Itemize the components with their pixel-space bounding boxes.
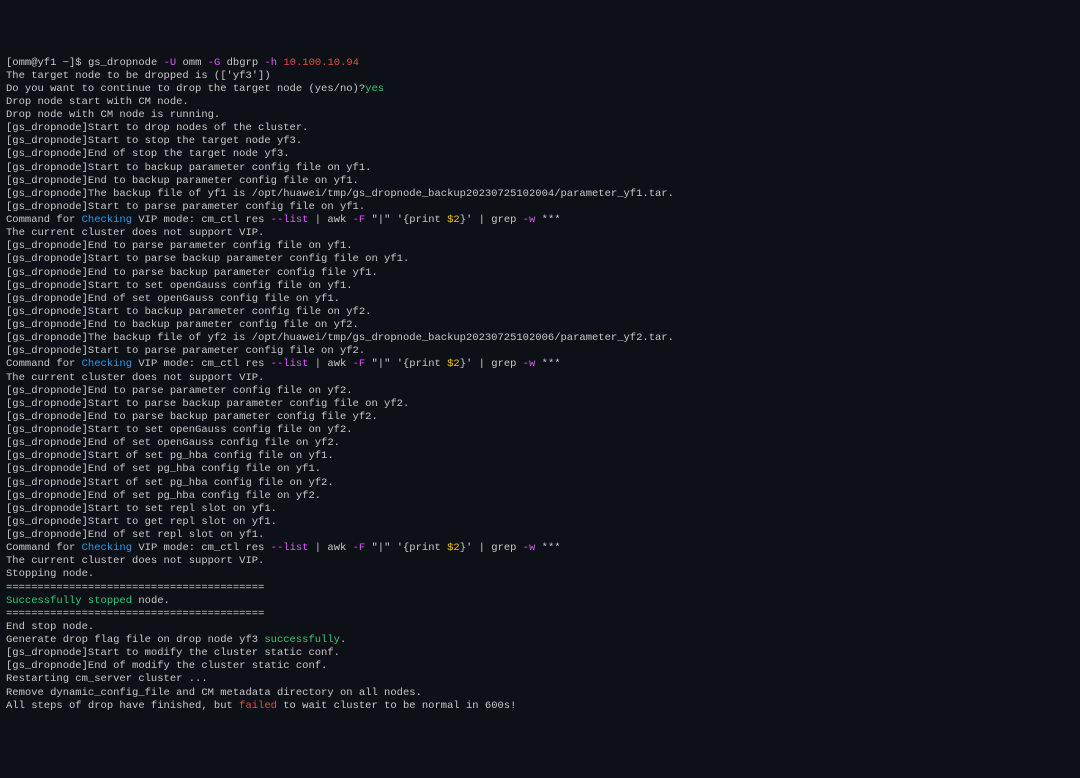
prompt-line: [omm@yf1 ~]$ gs_dropnode -U omm -G dbgrp… bbox=[6, 57, 1074, 70]
out-line: The current cluster does not support VIP… bbox=[6, 555, 1074, 568]
out-line: [gs_dropnode]Start to set repl slot on y… bbox=[6, 503, 1074, 516]
out-line: [gs_dropnode]End to backup parameter con… bbox=[6, 319, 1074, 332]
out-line: [gs_dropnode]End of set openGauss config… bbox=[6, 437, 1074, 450]
out-line: [gs_dropnode]Start to backup parameter c… bbox=[6, 306, 1074, 319]
cmd: gs_dropnode bbox=[88, 57, 157, 69]
out-line: [gs_dropnode]Start of set pg_hba config … bbox=[6, 477, 1074, 490]
out-line: [gs_dropnode]The backup file of yf2 is /… bbox=[6, 332, 1074, 345]
out-line: [gs_dropnode]Start to get repl slot on y… bbox=[6, 516, 1074, 529]
out-line: The current cluster does not support VIP… bbox=[6, 372, 1074, 385]
out-line: [gs_dropnode]End to parse parameter conf… bbox=[6, 385, 1074, 398]
vip-cmd-line: Command for Checking VIP mode: cm_ctl re… bbox=[6, 358, 1074, 371]
out-line: [gs_dropnode]End to parse backup paramet… bbox=[6, 411, 1074, 424]
prompt: [omm@yf1 ~]$ bbox=[6, 57, 82, 69]
flag-U: -U bbox=[164, 57, 177, 69]
fail-line: All steps of drop have finished, but fai… bbox=[6, 700, 1074, 713]
out-line: [gs_dropnode]Start to set openGauss conf… bbox=[6, 424, 1074, 437]
out-line: [gs_dropnode]Start to parse parameter co… bbox=[6, 345, 1074, 358]
confirm-answer: yes bbox=[365, 83, 384, 95]
out-line: Restarting cm_server cluster ... bbox=[6, 673, 1074, 686]
out-line: [gs_dropnode]The backup file of yf1 is /… bbox=[6, 188, 1074, 201]
out-line: [gs_dropnode]End to parse parameter conf… bbox=[6, 240, 1074, 253]
out-line: [gs_dropnode]Start of set pg_hba config … bbox=[6, 450, 1074, 463]
flag-h: -h bbox=[264, 57, 277, 69]
out-line: [gs_dropnode]End of set pg_hba config fi… bbox=[6, 463, 1074, 476]
out-line: [gs_dropnode]End of set repl slot on yf1… bbox=[6, 529, 1074, 542]
vip-cmd-line: Command for Checking VIP mode: cm_ctl re… bbox=[6, 214, 1074, 227]
out-line: [gs_dropnode]Start to parse parameter co… bbox=[6, 201, 1074, 214]
out-line: Generate drop flag file on drop node yf3… bbox=[6, 634, 1074, 647]
success-line: Successfully stopped node. bbox=[6, 595, 1074, 608]
out-line: [gs_dropnode]Start to set openGauss conf… bbox=[6, 280, 1074, 293]
out-line: [gs_dropnode]End of modify the cluster s… bbox=[6, 660, 1074, 673]
flag-G: -G bbox=[208, 57, 221, 69]
separator: ========================================… bbox=[6, 582, 1074, 595]
val-h: 10.100.10.94 bbox=[283, 57, 359, 69]
out-line: [gs_dropnode]End of set pg_hba config fi… bbox=[6, 490, 1074, 503]
val-U: omm bbox=[182, 57, 201, 69]
out-line: Do you want to continue to drop the targ… bbox=[6, 83, 1074, 96]
out-line: Drop node with CM node is running. bbox=[6, 109, 1074, 122]
out-line: [gs_dropnode]Start to backup parameter c… bbox=[6, 162, 1074, 175]
out-line: [gs_dropnode]Start to drop nodes of the … bbox=[6, 122, 1074, 135]
out-line: Stopping node. bbox=[6, 568, 1074, 581]
out-line: [gs_dropnode]Start to stop the target no… bbox=[6, 135, 1074, 148]
confirm-prompt: Do you want to continue to drop the targ… bbox=[6, 83, 365, 95]
out-line: End stop node. bbox=[6, 621, 1074, 634]
out-line: [gs_dropnode]End of stop the target node… bbox=[6, 148, 1074, 161]
out-line: [gs_dropnode]Start to parse backup param… bbox=[6, 253, 1074, 266]
out-line: [gs_dropnode]End of set openGauss config… bbox=[6, 293, 1074, 306]
val-G: dbgrp bbox=[227, 57, 259, 69]
out-line: [gs_dropnode]End to backup parameter con… bbox=[6, 175, 1074, 188]
out-line: The target node to be dropped is (['yf3'… bbox=[6, 70, 1074, 83]
out-line: [gs_dropnode]Start to parse backup param… bbox=[6, 398, 1074, 411]
out-line: Drop node start with CM node. bbox=[6, 96, 1074, 109]
out-line: [gs_dropnode]Start to modify the cluster… bbox=[6, 647, 1074, 660]
separator: ========================================… bbox=[6, 608, 1074, 621]
out-line: [gs_dropnode]End to parse backup paramet… bbox=[6, 267, 1074, 280]
out-line: Remove dynamic_config_file and CM metada… bbox=[6, 687, 1074, 700]
terminal-output[interactable]: [omm@yf1 ~]$ gs_dropnode -U omm -G dbgrp… bbox=[6, 57, 1074, 713]
out-line: The current cluster does not support VIP… bbox=[6, 227, 1074, 240]
vip-cmd-line: Command for Checking VIP mode: cm_ctl re… bbox=[6, 542, 1074, 555]
